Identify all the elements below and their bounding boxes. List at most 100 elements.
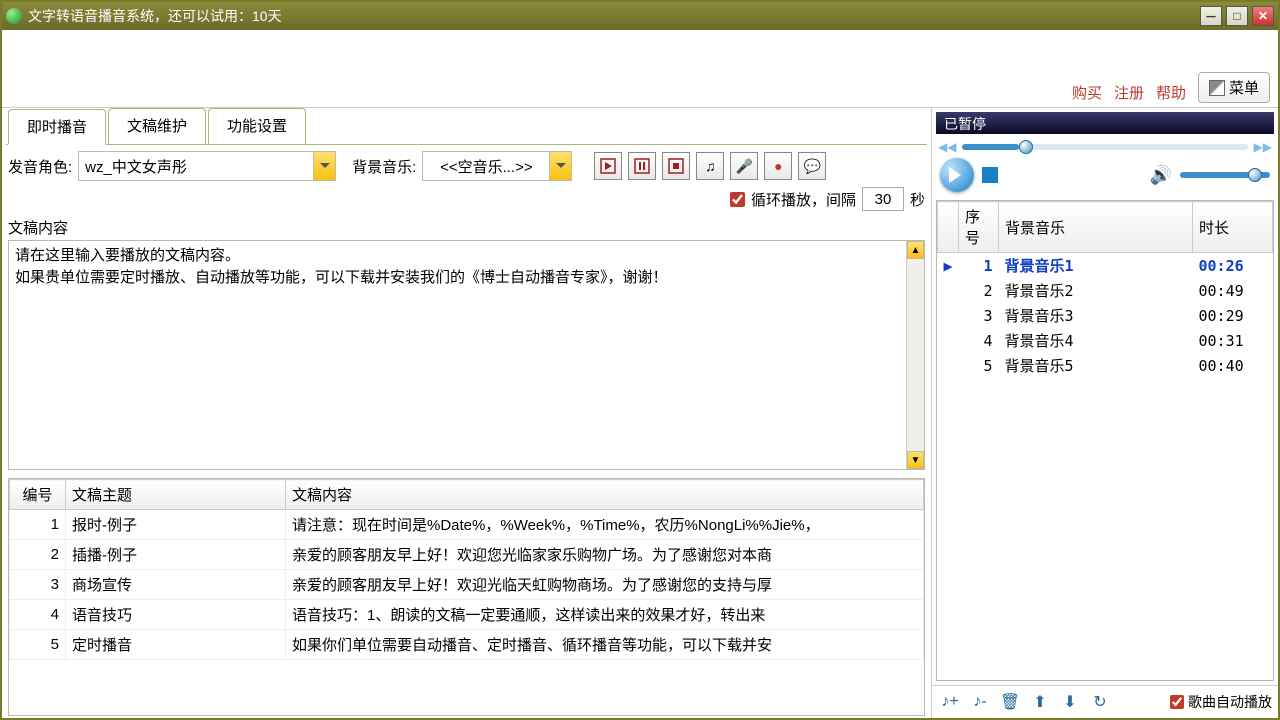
table-row[interactable]: 5 定时播音 如果你们单位需要自动播音、定时播音、循环播音等功能，可以下载并安: [10, 630, 924, 660]
doc-label: 文稿内容: [6, 217, 927, 238]
window-title: 文字转语音播音系统，还可以试用：10天: [28, 6, 1200, 26]
move-up-icon[interactable]: ⬆: [1028, 690, 1052, 714]
volume-bar[interactable]: [1180, 172, 1270, 178]
list-item[interactable]: 3 背景音乐3 00:29: [938, 303, 1273, 328]
loop-label2: 秒: [910, 189, 925, 210]
table-row[interactable]: 4 语音技巧 语音技巧：1、朗读的文稿一定要通顺，这样读出来的效果才好，转出来: [10, 600, 924, 630]
cell-idx: 4: [959, 328, 999, 353]
cell-dur: 00:29: [1193, 303, 1273, 328]
cell-num: 4: [10, 600, 66, 630]
window-buttons: － □ ✕: [1200, 6, 1274, 26]
loop-interval-input[interactable]: [862, 187, 904, 211]
player-controls: 🔊: [932, 154, 1278, 196]
scroll-down-icon[interactable]: ▼: [907, 451, 924, 469]
mic-icon[interactable]: 🎤: [730, 152, 758, 180]
playlist: 序号 背景音乐 时长 ▶ 1 背景音乐1 00:26 2 背景音乐2 00:49…: [936, 200, 1274, 681]
col-content[interactable]: 文稿内容: [286, 480, 924, 510]
list-item[interactable]: 2 背景音乐2 00:49: [938, 278, 1273, 303]
stop-button[interactable]: [662, 152, 690, 180]
volume-knob[interactable]: [1248, 168, 1262, 182]
tab-docs[interactable]: 文稿维护: [108, 108, 206, 144]
help-link[interactable]: 帮助: [1156, 82, 1186, 103]
editor[interactable]: 请在这里输入要播放的文稿内容。 如果贵单位需要定时播放、自动播放等功能，可以下载…: [8, 240, 925, 470]
left-pane: 即时播音 文稿维护 功能设置 发音角色: 背景音乐: ♫: [2, 108, 932, 718]
loop-checkbox[interactable]: [730, 192, 745, 207]
cell-num: 1: [10, 510, 66, 540]
play-button[interactable]: [594, 152, 622, 180]
volume-icon[interactable]: 🔊: [1150, 165, 1172, 186]
editor-scrollbar[interactable]: ▲ ▼: [906, 241, 924, 469]
voice-input[interactable]: [78, 151, 314, 181]
chat-icon[interactable]: 💬: [798, 152, 826, 180]
cell-content: 如果你们单位需要自动播音、定时播音、循环播音等功能，可以下载并安: [286, 630, 924, 660]
list-item[interactable]: ▶ 1 背景音乐1 00:26: [938, 253, 1273, 279]
music-note-icon[interactable]: ♫: [696, 152, 724, 180]
play-marker-icon: [938, 303, 959, 328]
seek-knob[interactable]: [1019, 140, 1033, 154]
bgm-label: 背景音乐:: [352, 156, 416, 177]
right-pane: 已暂停 ◀◀ ▶▶ 🔊: [932, 108, 1278, 718]
top-toolbar: 购买 注册 帮助 菜单: [2, 30, 1278, 108]
tab-settings[interactable]: 功能设置: [208, 108, 306, 144]
delete-icon[interactable]: 🗑: [998, 690, 1022, 714]
record-icon[interactable]: ●: [764, 152, 792, 180]
seek-prev-icon[interactable]: ◀◀: [938, 140, 956, 154]
menu-button[interactable]: 菜单: [1198, 72, 1270, 103]
table-row[interactable]: 3 商场宣传 亲爱的顾客朋友早上好！欢迎光临天虹购物商场。为了感谢您的支持与厚: [10, 570, 924, 600]
editor-text[interactable]: 请在这里输入要播放的文稿内容。 如果贵单位需要定时播放、自动播放等功能，可以下载…: [9, 241, 924, 293]
close-button[interactable]: ✕: [1252, 6, 1274, 26]
auto-play-toggle[interactable]: 歌曲自动播放: [1170, 692, 1272, 712]
table-row[interactable]: 2 插播-例子 亲爱的顾客朋友早上好！欢迎您光临家家乐购物广场。为了感谢您对本商: [10, 540, 924, 570]
seek-bar[interactable]: [962, 144, 1247, 150]
seek-next-icon[interactable]: ▶▶: [1254, 140, 1272, 154]
tabs: 即时播音 文稿维护 功能设置: [6, 108, 927, 144]
cell-name: 背景音乐2: [999, 278, 1193, 303]
refresh-icon[interactable]: ↻: [1088, 690, 1112, 714]
col-num[interactable]: 编号: [10, 480, 66, 510]
col-bgm[interactable]: 背景音乐: [999, 202, 1193, 253]
voice-combo[interactable]: [78, 151, 336, 181]
big-stop-button[interactable]: [982, 167, 998, 183]
cell-idx: 3: [959, 303, 999, 328]
cell-topic: 语音技巧: [66, 600, 286, 630]
menu-label: 菜单: [1229, 77, 1259, 98]
buy-link[interactable]: 购买: [1072, 82, 1102, 103]
col-dur[interactable]: 时长: [1193, 202, 1273, 253]
big-play-button[interactable]: [940, 158, 974, 192]
table-row[interactable]: 1 报时-例子 请注意：现在时间是%Date%，%Week%，%Time%，农历…: [10, 510, 924, 540]
register-link[interactable]: 注册: [1114, 82, 1144, 103]
cell-dur: 00:31: [1193, 328, 1273, 353]
tab-instant[interactable]: 即时播音: [8, 109, 106, 145]
seek-fill: [962, 144, 1019, 150]
voice-dropdown-button[interactable]: [314, 151, 336, 181]
remove-music-icon[interactable]: ♪-: [968, 690, 992, 714]
list-item[interactable]: 4 背景音乐4 00:31: [938, 328, 1273, 353]
col-seq[interactable]: 序号: [959, 202, 999, 253]
scroll-up-icon[interactable]: ▲: [907, 241, 924, 259]
docs-table: 编号 文稿主题 文稿内容 1 报时-例子 请注意：现在时间是%Date%，%We…: [8, 478, 925, 716]
col-topic[interactable]: 文稿主题: [66, 480, 286, 510]
cell-num: 2: [10, 540, 66, 570]
cell-name: 背景音乐5: [999, 353, 1193, 378]
cell-idx: 2: [959, 278, 999, 303]
bgm-input[interactable]: [422, 151, 550, 181]
bgm-combo[interactable]: [422, 151, 572, 181]
cell-dur: 00:26: [1193, 253, 1273, 279]
pause-button[interactable]: [628, 152, 656, 180]
cell-content: 请注意：现在时间是%Date%，%Week%，%Time%，农历%NongLi%…: [286, 510, 924, 540]
bgm-dropdown-button[interactable]: [550, 151, 572, 181]
play-marker-icon: [938, 278, 959, 303]
minimize-button[interactable]: －: [1200, 6, 1222, 26]
play-marker-icon: [938, 353, 959, 378]
maximize-button[interactable]: □: [1226, 6, 1248, 26]
cell-dur: 00:49: [1193, 278, 1273, 303]
cell-dur: 00:40: [1193, 353, 1273, 378]
content: 即时播音 文稿维护 功能设置 发音角色: 背景音乐: ♫: [2, 108, 1278, 718]
loop-label1: 循环播放，间隔: [751, 189, 856, 210]
list-item[interactable]: 5 背景音乐5 00:40: [938, 353, 1273, 378]
app-window: 文字转语音播音系统，还可以试用：10天 － □ ✕ 购买 注册 帮助 菜单 即时…: [0, 0, 1280, 720]
add-music-icon[interactable]: ♪+: [938, 690, 962, 714]
voice-row: 发音角色: 背景音乐: ♫ 🎤 ● 💬: [6, 144, 927, 187]
move-down-icon[interactable]: ⬇: [1058, 690, 1082, 714]
auto-play-checkbox[interactable]: [1170, 695, 1184, 709]
